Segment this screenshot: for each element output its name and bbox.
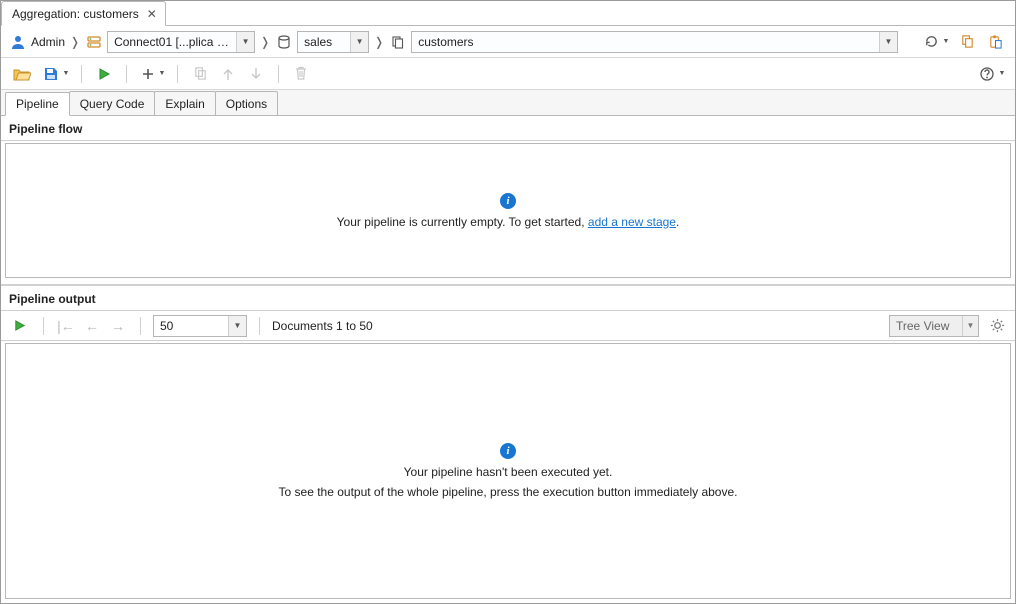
run-button[interactable] — [92, 62, 116, 86]
chevron-down-icon[interactable]: ▼ — [61, 70, 71, 77]
delete-button[interactable] — [289, 62, 313, 86]
message-text: Your pipeline is currently empty. To get… — [337, 215, 588, 229]
pipeline-output-title: Pipeline output — [1, 285, 1015, 311]
separator — [43, 317, 44, 335]
toolbar: ▼ ▼ ▼ — [1, 58, 1015, 90]
refresh-button[interactable]: ▼ — [920, 30, 951, 54]
user-label: Admin — [31, 35, 65, 49]
document-range-label: Documents 1 to 50 — [272, 319, 373, 333]
tab-querycode[interactable]: Query Code — [69, 91, 156, 115]
chevron-down-icon[interactable]: ▼ — [236, 32, 254, 52]
output-settings-button[interactable] — [985, 314, 1009, 338]
output-message-2: To see the output of the whole pipeline,… — [279, 485, 738, 499]
separator — [259, 317, 260, 335]
next-page-button[interactable]: → — [108, 315, 128, 337]
app-window: Aggregation: customers ✕ Admin ❭ Connect… — [0, 0, 1016, 604]
view-mode-selector[interactable]: Tree View ▼ — [889, 315, 979, 337]
output-toolbar: |← ← → 50 ▼ Documents 1 to 50 Tree View … — [1, 311, 1015, 341]
separator — [126, 65, 127, 83]
chevron-down-icon[interactable]: ▼ — [941, 38, 951, 45]
chevron-down-icon[interactable]: ▼ — [997, 70, 1007, 77]
page-size-value: 50 — [154, 319, 228, 333]
tab-label: Options — [226, 97, 267, 111]
separator — [177, 65, 178, 83]
file-tab-strip: Aggregation: customers ✕ — [1, 1, 1015, 26]
tab-pipeline[interactable]: Pipeline — [5, 92, 70, 116]
chevron-down-icon[interactable]: ▼ — [350, 32, 368, 52]
output-message-1: Your pipeline hasn't been executed yet. — [404, 465, 613, 479]
server-icon — [85, 33, 103, 51]
user-icon — [9, 33, 27, 51]
collection-icon — [389, 33, 407, 51]
add-stage-link[interactable]: add a new stage — [588, 215, 676, 229]
file-tab-label: Aggregation: customers — [12, 7, 139, 21]
database-value: sales — [298, 35, 350, 49]
pipeline-output-wrap: Pipeline output |← ← → 50 ▼ Documents 1 … — [1, 284, 1015, 603]
help-button[interactable]: ▼ — [975, 62, 1007, 86]
file-tab-aggregation[interactable]: Aggregation: customers ✕ — [1, 1, 166, 26]
first-page-button[interactable]: |← — [56, 315, 76, 337]
collection-value: customers — [412, 35, 879, 49]
database-icon — [275, 33, 293, 51]
tab-explain[interactable]: Explain — [154, 91, 215, 115]
copy-button[interactable] — [955, 30, 979, 54]
collection-selector[interactable]: customers ▼ — [411, 31, 898, 53]
chevron-down-icon[interactable]: ▼ — [157, 70, 167, 77]
pipeline-flow-title: Pipeline flow — [1, 116, 1015, 141]
move-down-button[interactable] — [244, 62, 268, 86]
tab-label: Query Code — [80, 97, 145, 111]
connection-bar: Admin ❭ Connect01 [...plica set] ▼ ❭ sal… — [1, 26, 1015, 58]
output-body: i Your pipeline hasn't been executed yet… — [5, 343, 1011, 599]
tab-label: Pipeline — [16, 97, 59, 111]
separator — [140, 317, 141, 335]
chevron-down-icon[interactable]: ▼ — [962, 316, 978, 336]
paste-button[interactable] — [983, 30, 1007, 54]
section-tabs: Pipeline Query Code Explain Options — [1, 90, 1015, 116]
info-icon: i — [500, 443, 516, 459]
database-selector[interactable]: sales ▼ — [297, 31, 369, 53]
tab-label: Explain — [165, 97, 204, 111]
duplicate-button[interactable] — [188, 62, 212, 86]
chevron-down-icon[interactable]: ▼ — [879, 32, 897, 52]
move-up-button[interactable] — [216, 62, 240, 86]
connection-selector[interactable]: Connect01 [...plica set] ▼ — [107, 31, 255, 53]
connection-value: Connect01 [...plica set] — [108, 35, 236, 49]
open-button[interactable] — [9, 62, 35, 86]
add-stage-button[interactable]: ▼ — [137, 62, 167, 86]
message-text: . — [676, 215, 679, 229]
separator — [278, 65, 279, 83]
chevron-right-icon: ❭ — [69, 35, 81, 49]
prev-page-button[interactable]: ← — [82, 315, 102, 337]
separator — [81, 65, 82, 83]
save-button[interactable]: ▼ — [39, 62, 71, 86]
pipeline-flow-message: Your pipeline is currently empty. To get… — [337, 215, 680, 229]
info-icon: i — [500, 193, 516, 209]
page-size-selector[interactable]: 50 ▼ — [153, 315, 247, 337]
chevron-down-icon[interactable]: ▼ — [228, 316, 246, 336]
chevron-right-icon: ❭ — [373, 35, 385, 49]
tab-options[interactable]: Options — [215, 91, 278, 115]
view-mode-value: Tree View — [890, 319, 962, 333]
pipeline-flow-panel: i Your pipeline is currently empty. To g… — [5, 143, 1011, 278]
close-icon[interactable]: ✕ — [147, 8, 157, 20]
chevron-right-icon: ❭ — [259, 35, 271, 49]
execute-button[interactable] — [7, 314, 31, 338]
